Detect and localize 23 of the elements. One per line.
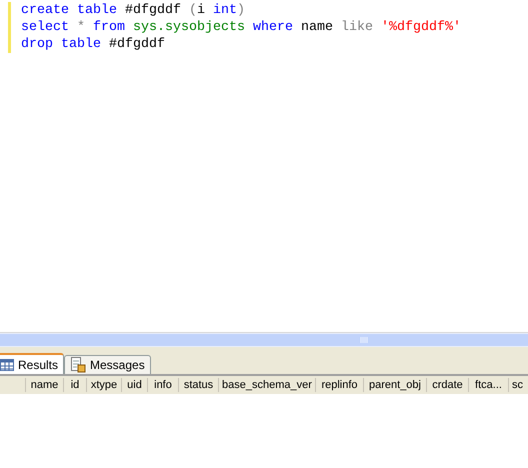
code-editor[interactable]: create table #dfgddf (i int) select * from sys.sysobjects where name like '%dfgddf%' drop table #dfgddf [0,0,528,333]
grid-icon [0,358,14,370]
column-header[interactable]: status [178,378,218,392]
column-header[interactable]: replinfo [315,378,363,392]
code-line: select * from sys.sysobjects where name like '%dfgddf%' [21,19,461,36]
results-tab[interactable]: Results [0,353,64,374]
grip-icon [360,337,368,343]
column-header[interactable]: name [25,378,63,392]
column-header[interactable]: sc [508,378,526,392]
code-line: drop table #dfgddf [21,36,166,53]
column-header[interactable]: base_schema_ver [218,378,315,392]
column-header[interactable]: id [63,378,86,392]
column-header[interactable]: uid [121,378,147,392]
change-marker [8,2,11,53]
column-header[interactable]: parent_obj [363,378,426,392]
code-line: create table #dfgddf (i int) [21,2,246,19]
column-header[interactable]: xtype [86,378,121,392]
horizontal-scrollbar[interactable] [0,333,528,347]
results-tab[interactable]: Messages [64,355,151,374]
column-header[interactable]: info [147,378,178,392]
document-icon [70,357,86,373]
column-header[interactable]: ftca... [468,378,508,392]
column-header[interactable]: crdate [426,378,468,392]
